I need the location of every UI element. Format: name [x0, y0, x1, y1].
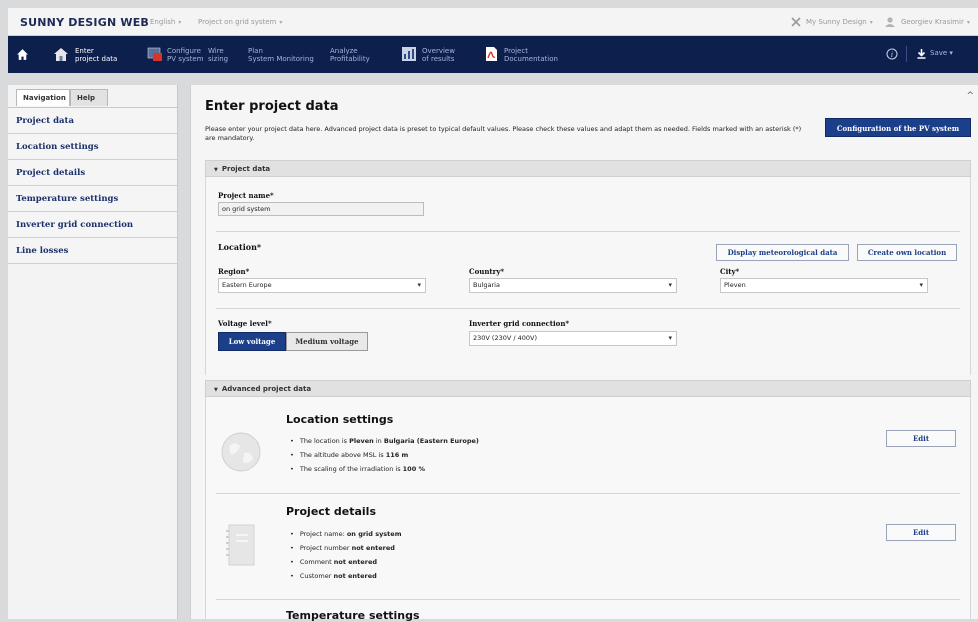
sidebar-item-inverter-grid-connection[interactable]: Inverter grid connection: [8, 212, 177, 238]
edit-project-details-button[interactable]: Edit: [886, 524, 956, 541]
sidebar-item-project-data[interactable]: Project data: [8, 108, 177, 134]
tab-help[interactable]: Help: [70, 89, 108, 106]
project-data-section-header[interactable]: ▼ Project data: [205, 160, 971, 177]
user-menu[interactable]: Georgiev Krasimir ▾: [901, 18, 970, 26]
top-bar: SUNNY DESIGN WEB English ▾ Project on gri…: [8, 8, 978, 36]
nav-overview-of-results[interactable]: Overview of results: [400, 42, 462, 68]
main-content: ^ Enter project data Please enter your p…: [190, 85, 978, 622]
divider: [216, 308, 960, 309]
list-item: The scaling of the irradiation is 100 %: [290, 462, 479, 476]
list-item: The location is Pleven in Bulgaria (East…: [290, 434, 479, 448]
dropdown-arrow-icon: ▾: [417, 281, 421, 289]
dropdown-arrow-icon: ▾: [668, 281, 672, 289]
sidebar-nav-list: Project data Location settings Project d…: [8, 107, 177, 264]
my-sunny-design-link[interactable]: My Sunny Design ▾: [806, 18, 873, 26]
country-label: Country*: [469, 267, 505, 276]
scroll-up-arrow[interactable]: ^: [966, 91, 974, 101]
tools-icon: [791, 17, 801, 27]
edit-location-settings-button[interactable]: Edit: [886, 430, 956, 447]
page-title: Enter project data: [205, 99, 339, 114]
list-item: Comment not entered: [290, 555, 401, 569]
save-download-icon[interactable]: [916, 48, 927, 59]
results-chart-icon: [402, 47, 416, 61]
sidebar: Navigation Help Project data Location se…: [8, 85, 178, 619]
project-details-title: Project details: [286, 505, 376, 518]
project-name-label: Project name*: [218, 191, 274, 200]
voltage-level-label: Voltage level*: [218, 319, 272, 328]
advanced-project-data-section-header[interactable]: ▼ Advanced project data: [205, 380, 971, 397]
country-select[interactable]: Bulgaria ▾: [469, 278, 677, 293]
sidebar-item-location-settings[interactable]: Location settings: [8, 134, 177, 160]
list-item: Project number not entered: [290, 541, 401, 555]
advanced-project-data-panel: Location settings The location is Pleven…: [205, 397, 971, 622]
city-select[interactable]: Pleven ▾: [720, 278, 928, 293]
configuration-pv-system-button[interactable]: Configuration of the PV system: [825, 118, 971, 137]
tab-navigation[interactable]: Navigation: [16, 89, 70, 106]
dropdown-arrow-icon: ▾: [668, 334, 672, 342]
home-icon[interactable]: [16, 48, 29, 61]
globe-icon: [221, 432, 261, 472]
notebook-icon: [226, 524, 255, 566]
nav-project-documentation[interactable]: Project Documentation: [482, 42, 562, 68]
pdf-icon: [486, 47, 497, 61]
project-selector[interactable]: Project on grid system ▾: [198, 18, 282, 26]
city-label: City*: [720, 267, 740, 276]
inverter-grid-connection-select[interactable]: 230V (230V / 400V) ▾: [469, 331, 677, 346]
divider: [216, 493, 960, 494]
project-details-list: Project name: on grid system Project num…: [290, 527, 402, 583]
list-item: Customer not entered: [290, 569, 401, 583]
divider: [216, 231, 960, 232]
location-settings-title: Location settings: [286, 413, 394, 426]
location-settings-list: The location is Pleven in Bulgaria (East…: [290, 434, 479, 476]
collapse-triangle-icon: ▼: [214, 167, 218, 173]
info-icon[interactable]: i: [886, 48, 898, 60]
dropdown-arrow-icon: ▾: [919, 281, 923, 289]
language-selector[interactable]: English ▾: [150, 18, 181, 26]
medium-voltage-toggle[interactable]: Medium voltage: [286, 332, 368, 351]
location-label: Location*: [218, 242, 262, 252]
region-label: Region*: [218, 267, 250, 276]
svg-text:i: i: [891, 51, 893, 59]
display-meteorological-data-button[interactable]: Display meteorological data: [716, 244, 849, 261]
list-item: Project name: on grid system: [290, 527, 402, 541]
sidebar-item-line-losses[interactable]: Line losses: [8, 238, 177, 264]
project-data-panel: Project name* on grid system Location* D…: [205, 177, 971, 375]
house-icon: [54, 48, 68, 61]
nav-analyze-profitability[interactable]: Analyze Profitability: [330, 42, 380, 68]
inverter-grid-connection-label: Inverter grid connection*: [469, 319, 570, 328]
list-item: The altitude above MSL is 116 m: [290, 448, 479, 462]
user-icon: [885, 17, 895, 27]
divider: [216, 599, 960, 600]
nav-wire-sizing[interactable]: Wire sizing: [208, 42, 238, 68]
sidebar-item-project-details[interactable]: Project details: [8, 160, 177, 186]
nav-enter-project-data[interactable]: Enter project data: [52, 42, 134, 68]
project-name-input[interactable]: on grid system: [218, 202, 424, 216]
main-navigation: Enter project data Configure PV system W…: [8, 36, 978, 73]
temperature-settings-title: Temperature settings: [286, 609, 420, 622]
create-own-location-button[interactable]: Create own location: [857, 244, 957, 261]
pv-module-icon: [147, 47, 162, 61]
save-button[interactable]: Save ▾: [930, 49, 953, 57]
nav-divider: [906, 46, 907, 62]
low-voltage-toggle[interactable]: Low voltage: [218, 332, 286, 351]
nav-configure-pv-system[interactable]: Configure PV system: [146, 42, 206, 68]
region-select[interactable]: Eastern Europe ▾: [218, 278, 426, 293]
sidebar-item-temperature-settings[interactable]: Temperature settings: [8, 186, 177, 212]
collapse-triangle-icon: ▼: [214, 387, 218, 393]
intro-text: Please enter your project data here. Adv…: [205, 125, 802, 142]
brand-logo: SUNNY DESIGN WEB: [20, 16, 150, 29]
nav-plan-system-monitoring[interactable]: Plan System Monitoring: [248, 42, 320, 68]
